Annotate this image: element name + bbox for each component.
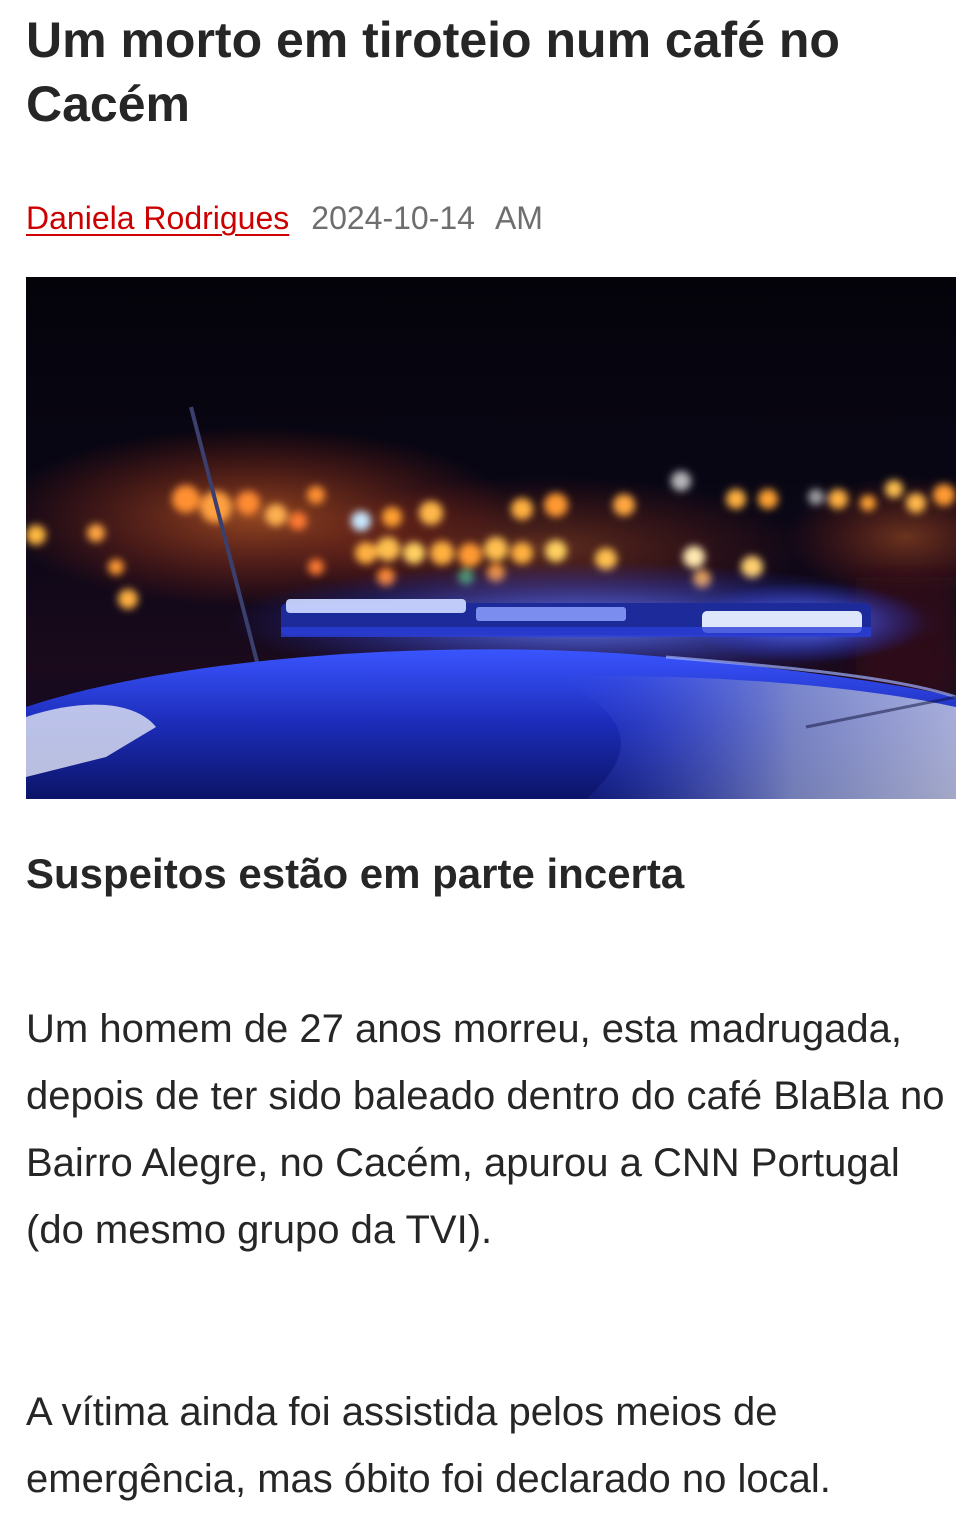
article-paragraph: A vítima ainda foi assistida pelos meios…	[26, 1390, 831, 1501]
author-link[interactable]: Daniela Rodrigues	[26, 200, 289, 236]
publish-time: AM	[494, 200, 543, 236]
publish-date: 2024-10-14	[311, 200, 475, 236]
article-byline: Daniela Rodrigues 2024-10-14 AM	[26, 198, 543, 238]
article-paragraph: Um homem de 27 anos morreu, esta madruga…	[26, 1007, 945, 1252]
article-photo-police-car-lights	[26, 277, 956, 799]
article-headline: Um morto em tiroteio num café no Cacém	[26, 12, 840, 132]
article-subheadline: Suspeitos estão em parte incerta	[26, 850, 685, 897]
article-page: Um morto em tiroteio num café no Cacém D…	[0, 0, 979, 1536]
